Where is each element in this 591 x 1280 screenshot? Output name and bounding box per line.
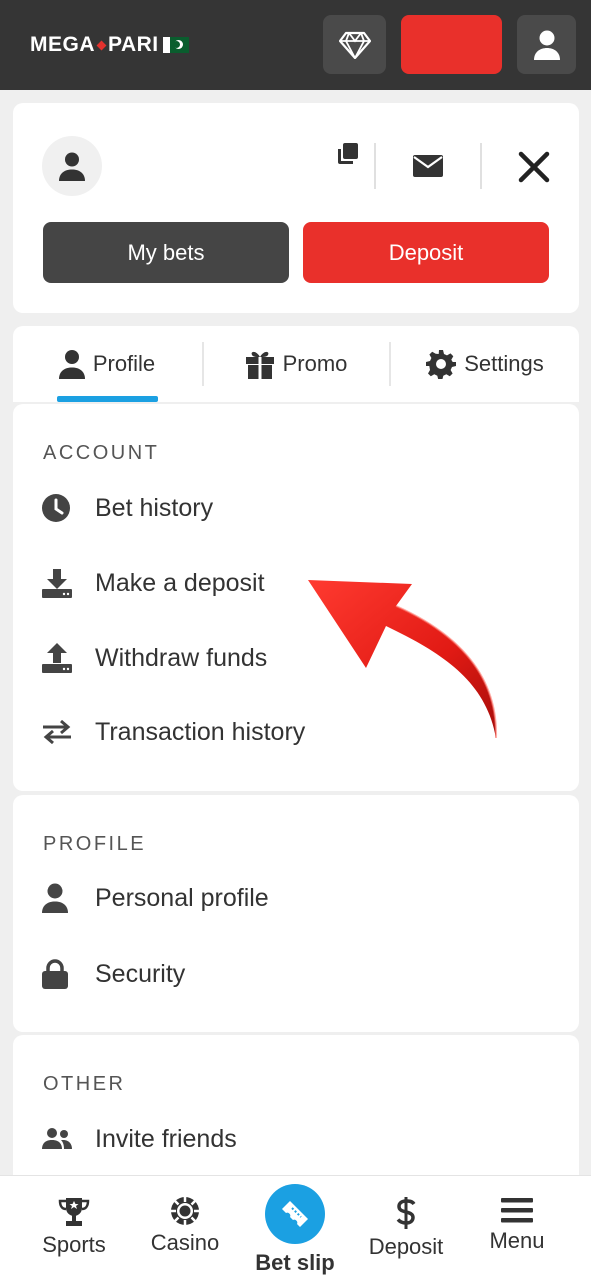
person-icon [58, 350, 85, 379]
copy-icon [338, 143, 358, 164]
other-section: OTHER Invite friends [13, 1035, 579, 1195]
top-bar: MEGA PARI [0, 0, 591, 90]
nav-label: Casino [150, 1230, 220, 1255]
gear-icon [426, 350, 457, 379]
people-icon [42, 1128, 72, 1149]
tab-settings[interactable]: Settings [391, 326, 579, 402]
vip-diamond-button[interactable] [323, 15, 386, 74]
menu-item-personal-profile[interactable]: Personal profile [41, 878, 269, 918]
user-account-button[interactable] [517, 15, 576, 74]
nav-casino[interactable]: Casino [135, 1176, 235, 1280]
menu-item-transaction-history[interactable]: Transaction history [41, 712, 305, 752]
close-icon [518, 151, 550, 183]
nav-sports[interactable]: Sports [24, 1176, 124, 1280]
nav-label: Menu [489, 1228, 545, 1253]
chip-icon [171, 1197, 199, 1225]
swap-arrows-icon [43, 720, 71, 744]
bottom-navigation: Sports Casino Bet slip Deposit Menu [0, 1175, 591, 1280]
header-red-button[interactable] [401, 15, 502, 74]
person-icon [59, 152, 85, 181]
divider [374, 143, 376, 189]
close-button[interactable] [516, 149, 552, 185]
nav-deposit[interactable]: Deposit [356, 1176, 456, 1280]
clock-icon [42, 494, 70, 522]
menu-item-bet-history[interactable]: Bet history [41, 488, 213, 528]
ticket-icon [282, 1201, 308, 1227]
menu-item-label: Withdraw funds [95, 643, 268, 672]
annotation-arrow-icon [308, 580, 498, 739]
section-title: ACCOUNT [43, 442, 160, 464]
deposit-button[interactable]: Deposit [303, 222, 549, 283]
nav-label: Sports [42, 1232, 106, 1257]
dollar-icon [396, 1197, 416, 1229]
account-card: My bets Deposit [13, 103, 579, 313]
menu-item-label: Transaction history [95, 717, 306, 746]
tab-label: Promo [282, 351, 348, 376]
profile-section: PROFILE Personal profile Security [13, 795, 579, 1032]
nav-menu[interactable]: Menu [467, 1176, 567, 1280]
menu-item-label: Invite friends [95, 1124, 237, 1153]
section-title: PROFILE [43, 833, 147, 855]
nav-label: Bet slip [255, 1250, 335, 1275]
my-bets-button[interactable]: My bets [43, 222, 289, 283]
menu-item-invite-friends[interactable]: Invite friends [41, 1119, 237, 1159]
trophy-icon [58, 1198, 90, 1226]
tab-label: Settings [464, 351, 544, 376]
diamond-icon [338, 31, 371, 59]
person-icon [42, 883, 68, 913]
lock-icon [42, 959, 68, 989]
menu-item-label: Personal profile [95, 883, 269, 912]
avatar[interactable] [42, 136, 102, 196]
divider [480, 143, 482, 189]
download-icon [42, 569, 72, 598]
profile-tabs: Profile Promo Settings [13, 326, 579, 402]
tab-profile[interactable]: Profile [13, 326, 201, 402]
bet-slip-badge [265, 1184, 325, 1244]
menu-item-label: Bet history [95, 493, 214, 522]
megapari-logo[interactable]: MEGA PARI [30, 33, 189, 57]
active-tab-indicator [57, 396, 158, 402]
nav-bet-slip[interactable]: Bet slip [245, 1176, 345, 1280]
menu-item-label: Security [95, 959, 186, 988]
upload-icon [42, 643, 72, 673]
messages-button[interactable] [409, 151, 447, 181]
pakistan-flag-icon [162, 37, 189, 53]
person-icon [533, 30, 560, 60]
hamburger-icon [501, 1198, 533, 1223]
section-title: OTHER [43, 1073, 126, 1095]
menu-item-withdraw-funds[interactable]: Withdraw funds [41, 638, 267, 678]
menu-item-security[interactable]: Security [41, 954, 185, 994]
nav-label: Deposit [368, 1234, 444, 1259]
menu-item-make-deposit[interactable]: Make a deposit [41, 563, 265, 603]
menu-item-label: Make a deposit [95, 568, 265, 597]
tab-label: Profile [92, 351, 156, 376]
envelope-icon [413, 155, 443, 177]
copy-button[interactable] [333, 139, 363, 169]
tab-promo[interactable]: Promo [203, 326, 389, 402]
gift-icon [245, 351, 274, 379]
